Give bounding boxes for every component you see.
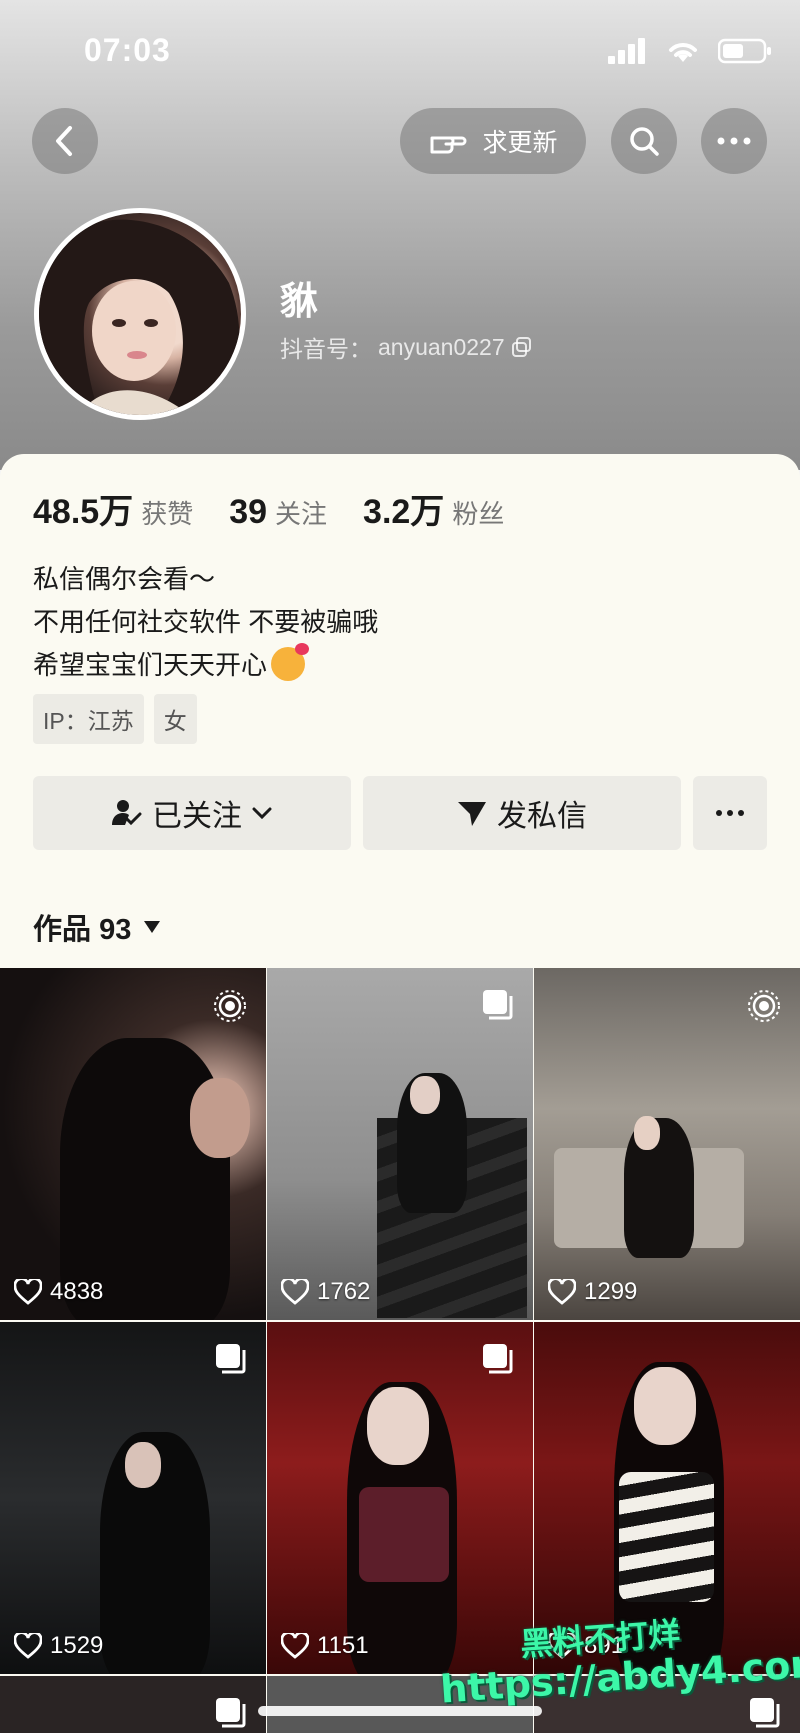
pointing-hand-icon — [430, 136, 467, 154]
profile-actions: 已关注 发私信 — [33, 776, 767, 850]
works-tab[interactable]: 作品 93 — [33, 906, 161, 948]
live-photo-icon — [212, 988, 248, 1029]
ip-tag: IP：江苏 — [33, 694, 144, 744]
stat-value: 3.2万 — [363, 493, 445, 531]
live-photo-icon — [746, 988, 782, 1029]
request-update-button[interactable]: 求更新 — [400, 108, 586, 174]
bio-line: 私信偶尔会看～ — [33, 564, 216, 594]
stat-value: 39 — [229, 493, 268, 531]
bio-line: 不用任何社交软件 不要被骗哦 — [33, 607, 379, 637]
like-count: 1762 — [281, 1278, 370, 1306]
douyin-id-row: 抖音号： anyuan0227 — [280, 330, 533, 364]
stat-label: 粉丝 — [452, 499, 505, 529]
nickname: 貅 — [280, 281, 319, 323]
video-tile[interactable]: 1151 — [267, 1322, 533, 1674]
more-dots-icon — [716, 810, 744, 816]
status-icons — [608, 38, 772, 64]
image-set-icon — [748, 1696, 782, 1733]
search-icon — [630, 127, 659, 156]
douyin-id-label: 抖音号： — [280, 336, 372, 362]
like-count: 1529 — [14, 1632, 103, 1660]
status-bar: 07:03 — [0, 0, 800, 100]
followed-label: 已关注 — [152, 800, 242, 833]
send-icon — [458, 802, 486, 826]
douyin-id-value: anyuan0227 — [378, 333, 505, 360]
chevron-left-icon — [56, 126, 72, 156]
wifi-icon — [669, 43, 697, 62]
avatar-image — [39, 219, 240, 415]
works-label: 作品 93 — [33, 914, 132, 946]
image-set-icon — [214, 1696, 248, 1733]
send-message-label: 发私信 — [497, 800, 587, 833]
image-set-icon — [481, 1342, 515, 1381]
home-indicator[interactable] — [258, 1706, 542, 1716]
stats-row: 48.5万 获赞 39 关注 3.2万 粉丝 — [33, 484, 540, 533]
avatar[interactable] — [34, 208, 246, 420]
like-count: 4838 — [14, 1278, 103, 1306]
request-update-label: 求更新 — [482, 129, 558, 157]
more-actions-button[interactable] — [693, 776, 767, 850]
heart-icon — [14, 1633, 42, 1659]
stat-following[interactable]: 39 关注 — [229, 493, 327, 532]
heart-icon — [548, 1279, 576, 1305]
more-dots-icon — [717, 137, 751, 145]
image-set-icon — [214, 1342, 248, 1381]
signal-icon — [608, 38, 645, 64]
video-tile[interactable]: 4838 — [0, 968, 266, 1320]
chevron-down-icon — [252, 807, 272, 820]
stat-label: 关注 — [275, 499, 328, 529]
video-tile[interactable]: 1762 — [267, 968, 533, 1320]
stat-value: 48.5万 — [33, 493, 134, 531]
gender-tag: 女 — [153, 694, 197, 744]
video-tile[interactable]: 1299 — [534, 968, 800, 1320]
followed-button[interactable]: 已关注 — [33, 776, 351, 850]
battery-icon — [718, 38, 771, 64]
image-set-icon — [481, 988, 515, 1027]
heart-icon — [14, 1279, 42, 1305]
smiling-hearts-emoji-icon — [271, 643, 310, 682]
send-message-button[interactable]: 发私信 — [363, 776, 681, 850]
heart-icon — [281, 1279, 309, 1305]
stat-likes: 48.5万 获赞 — [33, 484, 193, 533]
stat-followers[interactable]: 3.2万 粉丝 — [363, 484, 504, 533]
caret-down-icon — [144, 921, 161, 933]
search-button[interactable] — [611, 108, 677, 174]
profile-tags: IP：江苏 女 — [33, 694, 197, 744]
copy-icon[interactable] — [511, 336, 533, 358]
video-tile[interactable] — [0, 1676, 266, 1733]
bio-line: 希望宝宝们天天开心 — [33, 643, 378, 687]
user-check-icon — [112, 800, 142, 826]
like-count: 1151 — [281, 1632, 369, 1660]
heart-icon — [281, 1633, 309, 1659]
bio-line-text: 希望宝宝们天天开心 — [33, 650, 268, 680]
stat-label: 获赞 — [141, 499, 194, 529]
like-count: 1299 — [548, 1278, 637, 1306]
back-button[interactable] — [32, 108, 98, 174]
more-options-button[interactable] — [701, 108, 767, 174]
video-tile[interactable]: 1529 — [0, 1322, 266, 1674]
bio: 私信偶尔会看～ 不用任何社交软件 不要被骗哦 希望宝宝们天天开心 — [33, 558, 378, 687]
status-time: 07:03 — [84, 32, 171, 68]
